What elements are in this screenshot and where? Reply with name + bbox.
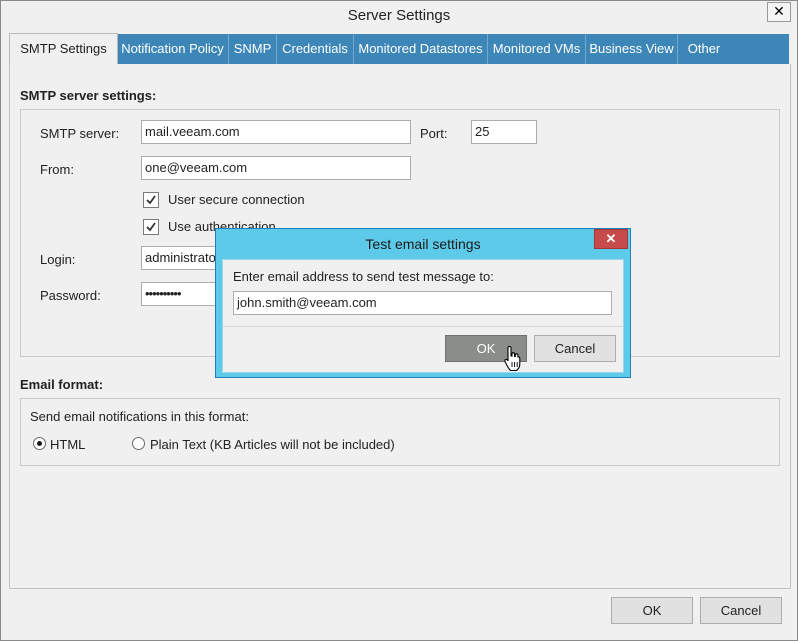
close-icon: ✕ bbox=[605, 231, 617, 246]
cancel-button[interactable]: Cancel bbox=[700, 597, 782, 624]
port-label: Port: bbox=[420, 126, 448, 141]
title-bar[interactable]: Server Settings ✕ bbox=[1, 1, 797, 32]
tab-credentials[interactable]: Credentials bbox=[277, 34, 353, 64]
smtp-section-label: SMTP server settings: bbox=[20, 88, 157, 103]
radio-selected-dot bbox=[37, 441, 42, 446]
tab-snmp[interactable]: SNMP bbox=[229, 34, 276, 64]
email-format-section-label: Email format: bbox=[20, 377, 104, 392]
test-email-prompt: Enter email address to send test message… bbox=[233, 269, 494, 284]
tab-other[interactable]: Other bbox=[678, 34, 730, 64]
hand-pointer-icon bbox=[504, 346, 521, 372]
plain-text-radio[interactable] bbox=[132, 437, 145, 450]
html-radio[interactable] bbox=[33, 437, 46, 450]
window-title: Server Settings bbox=[347, 7, 451, 24]
port-input[interactable]: 25 bbox=[471, 120, 537, 144]
smtp-server-label: SMTP server: bbox=[40, 126, 120, 141]
test-email-dialog-title[interactable]: Test email settings bbox=[216, 229, 630, 258]
use-authentication-checkbox[interactable] bbox=[143, 219, 159, 235]
tab-notification-policy[interactable]: Notification Policy bbox=[117, 34, 228, 64]
window-close-button[interactable]: ✕ bbox=[767, 2, 791, 22]
close-icon: ✕ bbox=[773, 3, 785, 19]
plain-text-radio-label: Plain Text (KB Articles will not be incl… bbox=[150, 437, 395, 452]
password-label: Password: bbox=[40, 288, 101, 303]
tab-business-view[interactable]: Business View bbox=[586, 34, 677, 64]
tab-smtp-settings[interactable]: SMTP Settings bbox=[9, 33, 118, 65]
tab-strip: SMTP Settings Notification Policy SNMP C… bbox=[9, 33, 789, 65]
test-email-cancel-button[interactable]: Cancel bbox=[534, 335, 616, 362]
secure-connection-checkbox[interactable] bbox=[143, 192, 159, 208]
checkmark-icon bbox=[146, 195, 156, 205]
test-email-dialog-body: Enter email address to send test message… bbox=[222, 259, 624, 373]
test-email-input[interactable]: john.smith@veeam.com bbox=[233, 291, 612, 315]
tab-monitored-vms[interactable]: Monitored VMs bbox=[488, 34, 585, 64]
test-email-dialog: Test email settings ✕ Enter email addres… bbox=[215, 228, 631, 378]
tab-monitored-datastores[interactable]: Monitored Datastores bbox=[354, 34, 487, 64]
from-input[interactable]: one@veeam.com bbox=[141, 156, 411, 180]
test-email-close-button[interactable]: ✕ bbox=[594, 229, 628, 249]
secure-connection-label: User secure connection bbox=[168, 192, 305, 207]
checkmark-icon bbox=[146, 222, 156, 232]
ok-button[interactable]: OK bbox=[611, 597, 693, 624]
email-format-prompt: Send email notifications in this format: bbox=[30, 409, 249, 424]
dialog-button-bar: OK Cancel bbox=[9, 589, 789, 633]
smtp-server-input[interactable]: mail.veeam.com bbox=[141, 120, 411, 144]
html-radio-label: HTML bbox=[50, 437, 86, 452]
dialog-divider bbox=[223, 326, 623, 327]
login-label: Login: bbox=[40, 252, 76, 267]
from-label: From: bbox=[40, 162, 74, 177]
